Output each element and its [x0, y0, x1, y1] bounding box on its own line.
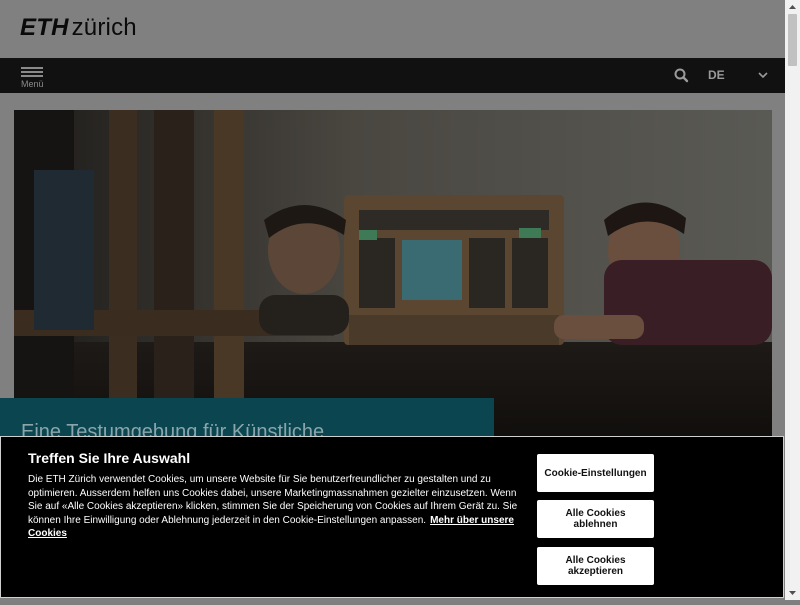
accept-all-cookies-button[interactable]: Alle Cookies akzeptieren [537, 547, 654, 585]
cookie-settings-button[interactable]: Cookie-Einstellungen [537, 454, 654, 492]
site-header: ETH zürich [0, 0, 785, 58]
search-icon [674, 68, 689, 83]
scroll-down-button[interactable] [785, 586, 800, 600]
chevron-down-icon [758, 72, 768, 79]
vertical-scrollbar[interactable] [785, 0, 800, 600]
eth-logo[interactable]: ETH zürich [20, 14, 137, 42]
language-selector[interactable]: DE [708, 68, 725, 82]
scroll-up-arrow-icon [789, 5, 796, 9]
reject-all-cookies-button[interactable]: Alle Cookies ablehnen [537, 500, 654, 538]
logo-eth-text: ETH [20, 14, 69, 41]
language-dropdown-toggle[interactable] [756, 68, 770, 82]
scroll-up-button[interactable] [785, 0, 800, 14]
cookie-banner-title: Treffen Sie Ihre Auswahl [28, 450, 191, 466]
menu-label[interactable]: Menü [21, 79, 44, 89]
main-navbar [0, 58, 785, 93]
search-button[interactable] [672, 66, 692, 86]
cookie-banner-text: Die ETH Zürich verwendet Cookies, um uns… [28, 473, 524, 541]
logo-zurich-text: zürich [71, 14, 137, 41]
scroll-down-arrow-icon [789, 591, 796, 595]
scrollbar-thumb[interactable] [788, 14, 797, 66]
